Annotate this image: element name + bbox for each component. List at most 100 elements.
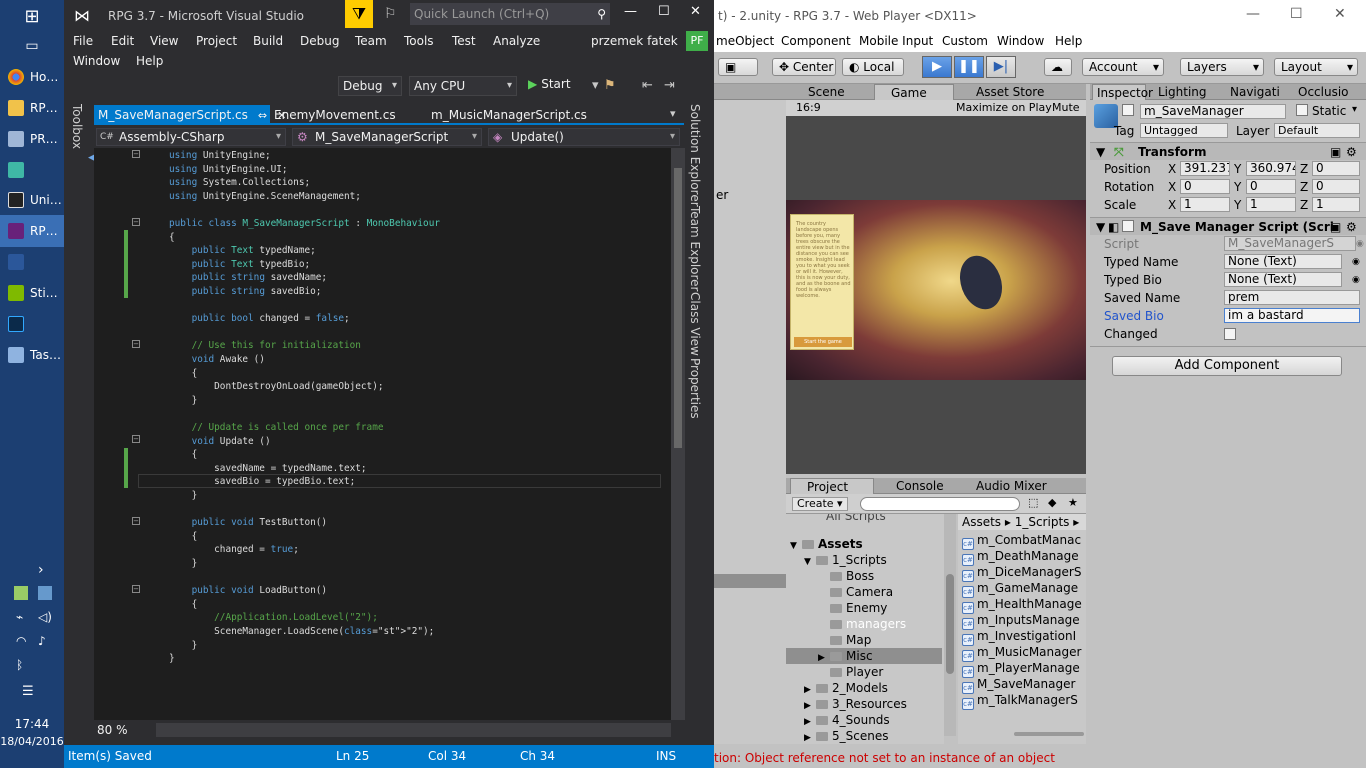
tree-item[interactable]: Boss: [818, 568, 874, 584]
solution-explorer-tab[interactable]: Solution Explorer: [688, 104, 702, 207]
gameobject-active-checkbox[interactable]: [1122, 104, 1134, 116]
tree-item[interactable]: ▶ 4_Sounds: [804, 712, 890, 728]
maximize-button[interactable]: ☐: [1290, 6, 1303, 22]
menu-tools[interactable]: Tools: [404, 34, 434, 48]
game-viewport[interactable]: The country landscape opens before you, …: [786, 116, 1086, 474]
code-line[interactable]: {: [169, 231, 175, 244]
code-line[interactable]: savedBio = typedBio.text;: [169, 475, 355, 488]
editor-horizontal-scrollbar[interactable]: [156, 723, 671, 737]
code-line[interactable]: {: [169, 530, 198, 543]
tree-item[interactable]: Enemy: [818, 600, 887, 616]
file-item[interactable]: c# m_InvestigationI: [962, 628, 1076, 646]
properties-tab[interactable]: Properties: [688, 358, 702, 419]
toolbar-uncomment-icon[interactable]: ⇥: [664, 78, 675, 93]
taskbar-item-pr[interactable]: PR…: [0, 123, 64, 155]
tab-project[interactable]: Project: [790, 478, 874, 494]
taskbar-item-word[interactable]: [0, 246, 64, 278]
rotation-x-input[interactable]: 0: [1180, 179, 1230, 194]
rotation-z-input[interactable]: 0: [1312, 179, 1360, 194]
file-item[interactable]: c# m_TalkManagerS: [962, 692, 1078, 710]
code-line[interactable]: public void LoadButton(): [169, 584, 327, 597]
code-line[interactable]: changed = true;: [169, 543, 299, 556]
bluetooth-icon[interactable]: ᛒ: [16, 658, 23, 672]
code-line[interactable]: using UnityEngine.SceneManagement;: [169, 190, 361, 203]
code-line[interactable]: public string savedName;: [169, 271, 328, 284]
tab-enemymovement[interactable]: EnemyMovement.cs: [270, 105, 400, 125]
menu-help[interactable]: Help: [1055, 34, 1082, 48]
fold-icon[interactable]: −: [132, 150, 140, 158]
solution-platform-select[interactable]: Any CPU: [409, 76, 517, 96]
taskbar-item-folder[interactable]: RP…: [0, 92, 64, 124]
code-line[interactable]: savedName = typedName.text;: [169, 462, 366, 475]
pivot-center-button[interactable]: ✥ Center: [772, 58, 836, 76]
taskbar-item-unity[interactable]: Uni…: [0, 184, 64, 216]
code-line[interactable]: {: [169, 598, 198, 611]
layout-select[interactable]: Layout ▾: [1274, 58, 1358, 76]
code-line[interactable]: void Awake (): [169, 353, 265, 366]
code-line[interactable]: public bool changed = false;: [169, 312, 350, 325]
transform-header[interactable]: ▼ ⤧ Transform ▣ ⚙: [1090, 142, 1366, 160]
code-line[interactable]: }: [169, 652, 175, 665]
saved-bio-input[interactable]: im a bastard: [1224, 308, 1360, 323]
game-start-button[interactable]: Start the game: [794, 337, 852, 347]
code-editor[interactable]: − − − − − − using UnityEngine; using Unit…: [94, 148, 671, 720]
code-line[interactable]: {: [169, 448, 198, 461]
tree-item[interactable]: Player: [818, 664, 883, 680]
pin-icon[interactable]: ⇔: [258, 109, 267, 122]
taskbar-item-task-manager[interactable]: Tas…: [0, 339, 64, 371]
menu-mobile-input[interactable]: Mobile Input: [859, 34, 933, 48]
add-component-button[interactable]: Add Component: [1112, 356, 1342, 376]
icon-size-slider[interactable]: [1014, 732, 1084, 736]
tree-expand-icon[interactable]: ▼: [804, 554, 816, 570]
menu-analyze[interactable]: Analyze: [493, 34, 540, 48]
object-picker-icon[interactable]: ◉: [1352, 253, 1360, 271]
clock-date[interactable]: 18/04/2016: [0, 735, 64, 748]
filter-by-type-icon[interactable]: ⬚: [1028, 496, 1038, 509]
zoom-level-select[interactable]: 80 %: [94, 721, 154, 739]
cloud-button[interactable]: ☁: [1044, 58, 1072, 76]
layers-select[interactable]: Layers ▾: [1180, 58, 1264, 76]
position-x-input[interactable]: 391.237: [1180, 161, 1230, 176]
gameobject-name-input[interactable]: m_SaveManager: [1140, 104, 1286, 119]
rotation-y-input[interactable]: 0: [1246, 179, 1296, 194]
fold-icon[interactable]: −: [132, 218, 140, 226]
solution-configuration-select[interactable]: Debug: [338, 76, 402, 96]
changed-checkbox[interactable]: [1224, 328, 1236, 340]
tab-console[interactable]: Console: [880, 478, 968, 494]
file-item[interactable]: c# m_MusicManager: [962, 644, 1081, 662]
tab-overflow-icon[interactable]: ▾: [670, 107, 676, 120]
gear-icon[interactable]: ⚙: [1346, 218, 1357, 236]
layer-select[interactable]: Default: [1274, 123, 1360, 138]
code-line[interactable]: using UnityEngine.UI;: [169, 163, 288, 176]
file-item[interactable]: c# m_DeathManage: [962, 548, 1079, 566]
file-item[interactable]: c# m_DiceManagerS: [962, 564, 1081, 582]
tab-audio-mixer[interactable]: Audio Mixer: [960, 478, 1070, 494]
tray-app-icon[interactable]: [14, 586, 28, 600]
tree-item[interactable]: ▶ 2_Models: [804, 680, 888, 696]
step-button[interactable]: ▶|: [986, 56, 1016, 78]
notifications-icon[interactable]: ☰: [22, 684, 34, 699]
pivot-local-button[interactable]: ◐ Local: [842, 58, 904, 76]
menu-debug[interactable]: Debug: [300, 34, 339, 48]
typed-name-field[interactable]: None (Text): [1224, 254, 1342, 269]
code-line[interactable]: SceneManager.LoadScene(class="st">"2");: [169, 625, 434, 638]
menu-project[interactable]: Project: [196, 34, 237, 48]
menu-team[interactable]: Team: [355, 34, 387, 48]
file-item[interactable]: c# m_PlayerManage: [962, 660, 1080, 678]
tray-monitor-icon[interactable]: [38, 586, 52, 600]
tree-item[interactable]: Map: [818, 632, 871, 648]
volume-icon[interactable]: ◁): [38, 610, 52, 624]
file-item[interactable]: c# m_HealthManage: [962, 596, 1082, 614]
taskbar-item-sticky-notes[interactable]: Sti…: [0, 277, 64, 309]
team-explorer-tab[interactable]: Team Explorer: [688, 206, 702, 292]
tab-occlusion[interactable]: Occlusio: [1294, 84, 1349, 100]
start-button[interactable]: ⊞: [0, 0, 64, 32]
taskbar-item-chrome[interactable]: Ho…: [0, 61, 64, 93]
menu-test[interactable]: Test: [452, 34, 476, 48]
component-enabled-checkbox[interactable]: [1122, 220, 1134, 232]
code-line[interactable]: DontDestroyOnLoad(gameObject);: [169, 380, 383, 393]
create-button[interactable]: Create ▾: [792, 497, 848, 511]
nav-member-select[interactable]: ◈ Update(): [488, 128, 680, 146]
scrollbar-thumb[interactable]: [946, 574, 954, 674]
code-line[interactable]: public string savedBio;: [169, 285, 322, 298]
